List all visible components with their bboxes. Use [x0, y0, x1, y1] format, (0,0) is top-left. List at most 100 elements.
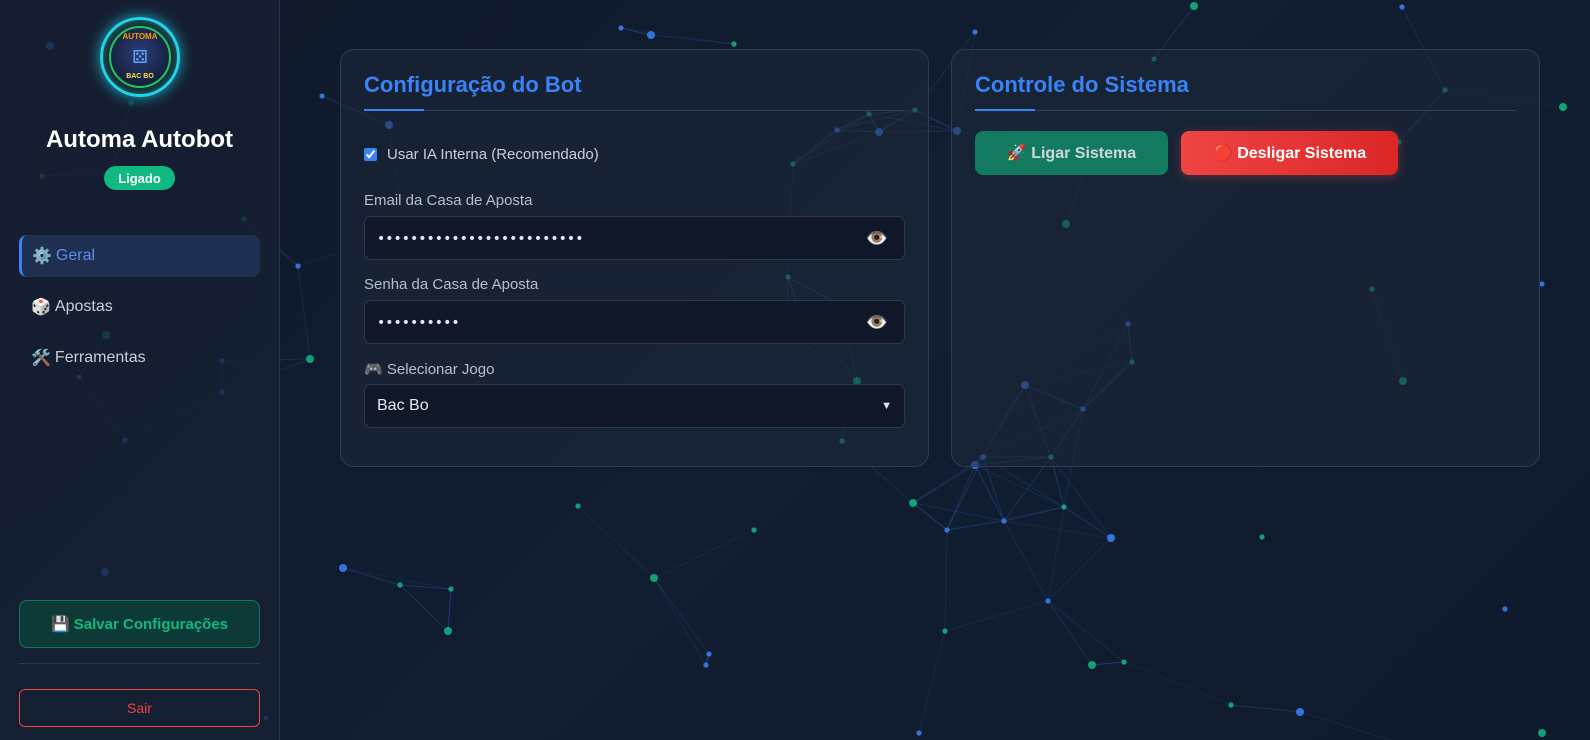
- network-node: [706, 651, 712, 657]
- sidebar-divider: [19, 663, 260, 664]
- network-node: [909, 499, 917, 507]
- network-link: [946, 520, 1005, 531]
- network-node: [731, 41, 737, 47]
- eye-icon[interactable]: 👁️: [866, 312, 888, 333]
- network-link: [297, 265, 311, 360]
- card-title: Configuração do Bot: [364, 72, 582, 97]
- network-node: [1399, 4, 1405, 10]
- network-node: [1538, 729, 1546, 737]
- network-link: [399, 584, 449, 632]
- game-select[interactable]: Bac Bo ▼: [364, 384, 905, 428]
- start-system-button[interactable]: 🚀 Ligar Sistema: [975, 131, 1168, 175]
- network-link: [1091, 661, 1125, 666]
- network-link: [650, 34, 735, 45]
- system-control-card: Controle do Sistema 🚀 Ligar Sistema 🔴 De…: [951, 49, 1540, 467]
- sidebar-item-ferramentas[interactable]: 🛠️ Ferramentas: [19, 337, 260, 379]
- network-node: [1088, 661, 1096, 669]
- card-title: Controle do Sistema: [975, 72, 1189, 97]
- network-link: [1050, 456, 1112, 539]
- network-link: [342, 567, 401, 586]
- network-link: [342, 567, 452, 590]
- game-select-value: Bac Bo: [377, 397, 429, 414]
- network-node: [916, 730, 922, 736]
- network-node: [751, 527, 757, 533]
- network-link: [946, 506, 1065, 531]
- dice-icon: 🎲: [31, 299, 51, 316]
- network-node: [1228, 702, 1234, 708]
- save-settings-button[interactable]: 💾 Salvar Configurações: [19, 600, 260, 648]
- title-underline: [975, 109, 1035, 111]
- network-link: [447, 588, 452, 632]
- password-label: Senha da Casa de Aposta: [364, 276, 539, 293]
- sidebar-item-geral[interactable]: ⚙️ Geral: [19, 235, 260, 277]
- network-link: [912, 464, 976, 504]
- network-node: [1107, 534, 1115, 542]
- network-link: [944, 600, 1049, 632]
- network-node: [1259, 534, 1265, 540]
- network-link: [1230, 704, 1301, 713]
- game-label: 🎮 Selecionar Jogo: [364, 361, 495, 378]
- network-node: [1121, 659, 1127, 665]
- network-link: [653, 577, 707, 666]
- stop-system-button[interactable]: 🔴 Desligar Sistema: [1181, 131, 1398, 175]
- network-link: [577, 505, 655, 579]
- network-link: [974, 464, 1005, 522]
- network-node: [618, 25, 624, 31]
- network-link: [1047, 600, 1093, 666]
- email-field[interactable]: [365, 217, 849, 261]
- network-node: [1061, 504, 1067, 510]
- chevron-down-icon: ▼: [881, 400, 892, 412]
- network-node: [1190, 2, 1198, 10]
- network-node: [944, 527, 950, 533]
- network-node: [942, 628, 948, 634]
- network-link: [1063, 506, 1112, 539]
- network-node: [647, 31, 655, 39]
- use-ai-option[interactable]: Usar IA Interna (Recomendado): [364, 146, 599, 163]
- network-node: [306, 355, 314, 363]
- use-ai-checkbox[interactable]: [364, 148, 377, 161]
- network-node: [1559, 103, 1567, 111]
- network-node: [1539, 281, 1545, 287]
- network-node: [972, 29, 978, 35]
- logo-bottom-text: BAC BO: [126, 73, 154, 80]
- email-field-wrapper: 👁️: [364, 216, 905, 261]
- network-node: [448, 586, 454, 592]
- network-node: [703, 662, 709, 668]
- password-field-wrapper: 👁️: [364, 300, 905, 345]
- app-title: Automa Autobot: [45, 126, 234, 153]
- use-ai-label: Usar IA Interna (Recomendado): [387, 146, 599, 163]
- network-link: [399, 584, 452, 590]
- network-node: [1045, 598, 1051, 604]
- tools-icon: 🛠️: [31, 350, 51, 367]
- network-link: [653, 577, 710, 655]
- card-divider: [364, 109, 905, 111]
- gear-icon: ⚙️: [32, 248, 52, 265]
- network-link: [918, 630, 946, 734]
- network-node: [339, 564, 347, 572]
- sidebar-item-apostas[interactable]: 🎲 Apostas: [19, 286, 260, 328]
- app-logo: AUTOMA ⚄ BAC BO: [100, 17, 180, 97]
- status-badge: Ligado: [104, 166, 175, 190]
- email-label: Email da Casa de Aposta: [364, 192, 533, 209]
- network-node: [397, 582, 403, 588]
- network-link: [620, 27, 735, 45]
- network-node: [650, 574, 658, 582]
- sidebar-item-label: Geral: [55, 247, 96, 264]
- network-node: [1502, 606, 1508, 612]
- eye-icon[interactable]: 👁️: [866, 228, 888, 249]
- bot-config-card: Configuração do Bot Usar IA Interna (Rec…: [340, 49, 929, 467]
- card-divider: [975, 109, 1516, 111]
- sidebar: AUTOMA ⚄ BAC BO Automa Autobot Ligado ⚙️…: [0, 0, 280, 740]
- network-node: [575, 503, 581, 509]
- network-link: [946, 464, 976, 531]
- logout-button[interactable]: Sair: [19, 689, 260, 727]
- title-underline: [364, 109, 424, 111]
- network-node: [444, 627, 452, 635]
- network-link: [1299, 711, 1393, 740]
- password-field[interactable]: [365, 301, 849, 345]
- network-link: [912, 502, 948, 531]
- network-node: [319, 93, 325, 99]
- network-node: [295, 263, 301, 269]
- logo-top-text: AUTOMA: [122, 32, 158, 41]
- network-link: [1123, 661, 1232, 706]
